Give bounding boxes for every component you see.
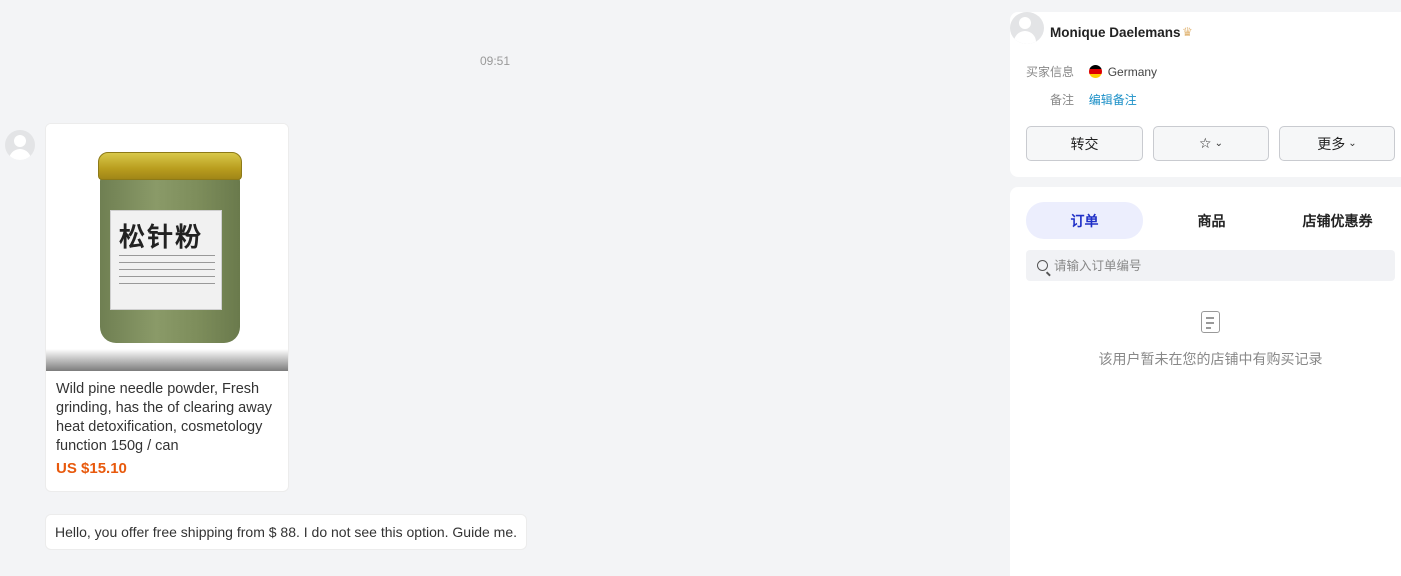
tab-store-coupons-label: 店铺优惠券 <box>1302 212 1373 229</box>
product-price: US $15.10 <box>56 460 127 477</box>
avatar-body <box>9 149 31 160</box>
document-icon <box>1201 311 1220 333</box>
buyer-info-row: 买家信息 Germany <box>1026 63 1157 80</box>
tab-products[interactable]: 商品 <box>1153 202 1270 239</box>
tab-orders[interactable]: 订单 <box>1026 202 1143 239</box>
note-row: 备注 编辑备注 <box>1050 91 1137 108</box>
favorite-button[interactable]: ☆ ⌄ <box>1153 126 1269 161</box>
message-timestamp: 09:51 <box>479 54 511 68</box>
transfer-button-label: 转交 <box>1070 135 1099 152</box>
more-button-label: 更多 <box>1317 135 1346 152</box>
chat-area: 09:51 松针粉 Wild pine needle powder, Fresh… <box>0 0 1010 576</box>
tab-products-label: 商品 <box>1197 212 1226 229</box>
jar-label: 松针粉 <box>110 210 222 310</box>
tab-store-coupons[interactable]: 店铺优惠券 <box>1279 202 1396 239</box>
chat-message: Hello, you offer free shipping from $ 88… <box>45 514 528 550</box>
customer-info-panel: Monique Daelemans ♛ 买家信息 Germany 备注 编辑备注… <box>1010 12 1401 177</box>
product-image[interactable]: 松针粉 <box>46 124 288 371</box>
transfer-button[interactable]: 转交 <box>1026 126 1143 161</box>
star-icon: ☆ <box>1199 135 1212 151</box>
crown-icon: ♛ <box>1182 25 1193 39</box>
tab-orders-label: 订单 <box>1070 212 1099 229</box>
search-icon <box>1037 260 1048 271</box>
note-label: 备注 <box>1050 93 1075 107</box>
edit-note-link[interactable]: 编辑备注 <box>1089 93 1137 107</box>
product-title[interactable]: Wild pine needle powder, Fresh grinding,… <box>56 380 278 456</box>
more-button[interactable]: 更多 ⌄ <box>1279 126 1395 161</box>
customer-name: Monique Daelemans <box>1050 25 1181 40</box>
buyer-info-label: 买家信息 <box>1026 65 1075 79</box>
empty-orders-message: 该用户暂未在您的店铺中有购买记录 <box>1098 351 1323 367</box>
orders-panel: 订单 商品 店铺优惠券 该用户暂未在您的店铺中有购买记录 <box>1010 187 1401 576</box>
jar-label-text: 松针粉 <box>119 223 204 253</box>
product-card[interactable]: 松针粉 Wild pine needle powder, Fresh grind… <box>45 123 289 492</box>
chevron-down-icon: ⌄ <box>1214 138 1223 149</box>
product-jar-image: 松针粉 <box>98 152 242 344</box>
germany-flag-icon <box>1088 65 1102 78</box>
buyer-avatar[interactable] <box>5 130 35 160</box>
buyer-country: Germany <box>1107 65 1158 79</box>
product-info: Wild pine needle powder, Fresh grinding,… <box>46 371 288 477</box>
chevron-down-icon: ⌄ <box>1348 138 1357 149</box>
order-search <box>1026 250 1395 281</box>
customer-avatar <box>1010 12 1044 44</box>
order-search-input[interactable] <box>1054 258 1374 273</box>
avatar-head <box>14 135 26 147</box>
